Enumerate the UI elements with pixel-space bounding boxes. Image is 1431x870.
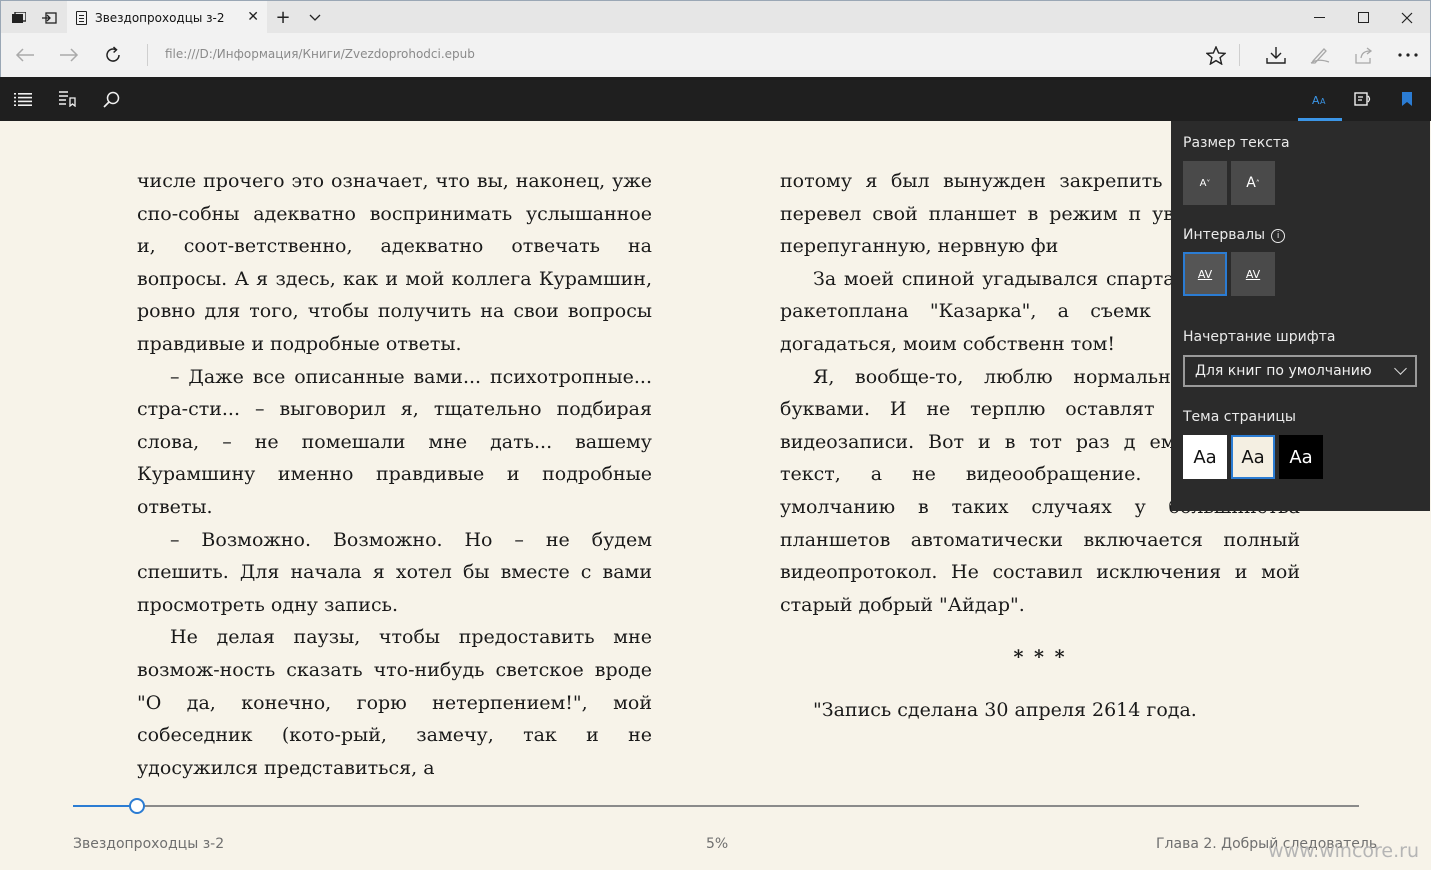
svg-text:A: A bbox=[1312, 94, 1320, 106]
font-dropdown[interactable]: Для книг по умолчанию bbox=[1183, 355, 1417, 387]
forward-icon[interactable] bbox=[47, 33, 91, 77]
web-note-pen-icon[interactable] bbox=[1298, 33, 1342, 77]
search-icon[interactable] bbox=[89, 77, 133, 121]
book-paragraph: – Даже все описанные вами... психотропны… bbox=[137, 365, 652, 518]
progress-thumb[interactable] bbox=[129, 798, 145, 814]
progress-fill bbox=[73, 805, 137, 807]
active-tab[interactable]: Звездопроходцы з-2 ✕ bbox=[67, 1, 267, 34]
maximize-icon[interactable] bbox=[1341, 1, 1385, 34]
more-options-icon[interactable] bbox=[1386, 33, 1430, 77]
set-aside-tabs-icon[interactable] bbox=[35, 1, 63, 34]
address-separator bbox=[147, 44, 148, 66]
watermark: www.wincore.ru bbox=[1268, 840, 1419, 862]
info-icon[interactable]: i bbox=[1271, 229, 1286, 243]
theme-white-button[interactable]: Aa bbox=[1183, 435, 1227, 479]
close-tab-icon[interactable]: ✕ bbox=[247, 9, 259, 25]
reading-progress-slider[interactable] bbox=[73, 798, 1359, 814]
text-size-label: Размер текста bbox=[1183, 135, 1290, 151]
theme-black-button[interactable]: Aa bbox=[1279, 435, 1323, 479]
bookmarks-list-icon[interactable] bbox=[45, 77, 89, 121]
refresh-icon[interactable] bbox=[91, 33, 135, 77]
increase-text-label: A bbox=[1246, 175, 1256, 191]
theme-label: Тема страницы bbox=[1183, 409, 1296, 425]
chevron-down-icon bbox=[1394, 362, 1407, 375]
book-paragraph: – Возможно. Возможно. Но – не будем спеш… bbox=[137, 528, 652, 616]
footer-progress-percent: 5% bbox=[706, 836, 729, 852]
decrease-text-label: A bbox=[1199, 177, 1207, 189]
chevron-down-icon[interactable] bbox=[303, 1, 327, 34]
decrease-text-size-button[interactable]: A ˅ bbox=[1183, 161, 1227, 205]
share-icon[interactable] bbox=[1342, 33, 1386, 77]
bookmark-icon[interactable] bbox=[1385, 77, 1429, 121]
spacing-option-1-label: AV bbox=[1197, 267, 1213, 281]
book-page-left: числе прочего это означает, что вы, нако… bbox=[137, 165, 652, 784]
footer-book-title: Звездопроходцы з-2 bbox=[73, 836, 225, 852]
spacing-wide-button[interactable]: AV bbox=[1231, 252, 1275, 296]
title-bar: Звездопроходцы з-2 ✕ + bbox=[0, 0, 1431, 34]
theme-black-label: Aa bbox=[1289, 446, 1313, 468]
minimize-icon[interactable] bbox=[1297, 1, 1341, 34]
close-window-icon[interactable] bbox=[1385, 1, 1429, 34]
theme-white-label: Aa bbox=[1193, 446, 1217, 468]
url-field[interactable]: file:///D:/Информация/Книги/Zvezdoprohod… bbox=[165, 47, 475, 61]
theme-sepia-button[interactable]: Aa bbox=[1231, 435, 1275, 479]
spacing-option-2-label: AV bbox=[1245, 267, 1261, 281]
text-settings-panel: Размер текста A ˅ A ˄ Интервалы i AV AV Нач… bbox=[1171, 121, 1430, 511]
tab-title: Звездопроходцы з-2 bbox=[95, 10, 225, 25]
text-options-icon[interactable]: AA bbox=[1298, 77, 1342, 121]
hub-icon[interactable] bbox=[1254, 33, 1298, 77]
tab-manager-icon[interactable] bbox=[5, 1, 33, 34]
table-of-contents-icon[interactable] bbox=[1, 77, 45, 121]
book-paragraph: Не делая паузы, чтобы предоставить мне в… bbox=[137, 626, 652, 779]
back-icon[interactable] bbox=[3, 33, 47, 77]
spacing-label-row: Интервалы i bbox=[1183, 227, 1286, 243]
increase-text-size-button[interactable]: A ˄ bbox=[1231, 161, 1275, 205]
theme-sepia-label: Aa bbox=[1241, 446, 1265, 468]
closing-line: "Запись сделана 30 апреля 2614 года. bbox=[813, 698, 1197, 721]
address-bar: file:///D:/Информация/Книги/Zvezdoprohod… bbox=[0, 33, 1431, 77]
read-aloud-icon[interactable] bbox=[1341, 77, 1385, 121]
tools-separator bbox=[1239, 44, 1240, 66]
favorite-star-icon[interactable] bbox=[1194, 33, 1238, 77]
font-dropdown-value: Для книг по умолчанию bbox=[1195, 363, 1372, 379]
book-paragraph: числе прочего это означает, что вы, нако… bbox=[137, 170, 652, 355]
spacing-narrow-button[interactable]: AV bbox=[1183, 252, 1227, 296]
font-label: Начертание шрифта bbox=[1183, 329, 1336, 345]
spacing-label: Интервалы bbox=[1183, 227, 1266, 243]
new-tab-icon[interactable]: + bbox=[271, 1, 295, 34]
svg-text:A: A bbox=[1320, 97, 1326, 106]
reader-toolbar: AA bbox=[0, 77, 1431, 121]
page-icon bbox=[76, 10, 87, 25]
section-separator: * * * bbox=[1013, 646, 1067, 669]
